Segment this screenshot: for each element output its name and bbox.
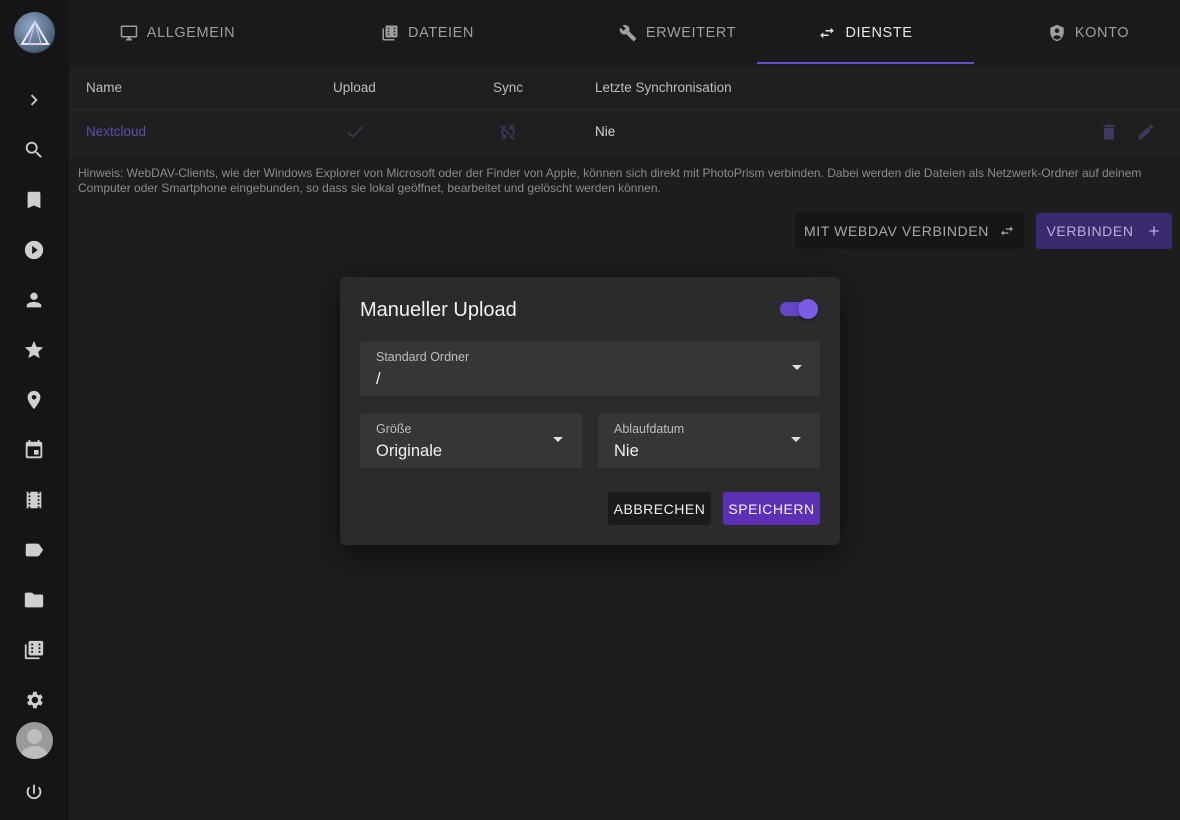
search-icon[interactable] [22, 138, 46, 162]
field-value: / [376, 370, 381, 388]
tab-label: KONTO [1074, 25, 1130, 41]
prism-icon [19, 19, 50, 45]
gear-icon[interactable] [22, 688, 46, 712]
folder-icon[interactable] [22, 588, 46, 612]
last-sync-value: Nie [595, 124, 616, 139]
power-icon[interactable] [22, 781, 46, 805]
button-label: MIT WEBDAV VERBINDEN [804, 223, 989, 239]
sync-off-icon[interactable] [497, 121, 519, 143]
toggle-thumb [798, 299, 818, 319]
photoprism-logo[interactable] [14, 12, 55, 53]
person-icon[interactable] [22, 288, 46, 312]
column-last-sync: Letzte Synchronisation [595, 80, 732, 95]
swap-icon [820, 27, 835, 39]
webdav-hint: Hinweis: WebDAV-Clients, wie der Windows… [78, 166, 1142, 195]
tab-label: DIENSTE [845, 25, 913, 41]
account-shield-icon [1050, 24, 1064, 42]
cancel-button[interactable]: ABBRECHEN [608, 492, 711, 525]
save-button[interactable]: SPEICHERN [723, 492, 820, 525]
field-label: Standard Ordner [376, 350, 470, 364]
label-icon[interactable] [22, 538, 46, 562]
service-name-link[interactable]: Nextcloud [86, 124, 146, 139]
tab-dienste[interactable]: DIENSTE [757, 0, 974, 66]
field-label: Größe [376, 422, 412, 436]
avatar-body [21, 746, 48, 759]
tab-label: DATEIEN [408, 25, 474, 41]
edit-icon[interactable] [1135, 121, 1157, 143]
connect-button[interactable]: VERBINDEN [1036, 213, 1172, 249]
column-name: Name [86, 80, 123, 95]
app-root: ALLGEMEIN DATEIEN ERWEITERT DIENSTE KONT… [0, 0, 1180, 820]
expiry-select[interactable]: Ablaufdatum Nie [598, 413, 820, 468]
size-select[interactable]: Größe Originale [360, 413, 582, 468]
field-value: Originale [376, 442, 443, 460]
button-label: VERBINDEN [1046, 223, 1134, 239]
bookmark-icon[interactable] [22, 188, 46, 212]
monitor-icon [120, 25, 138, 41]
wrench-icon [619, 24, 637, 42]
dropdown-arrow-icon [553, 437, 563, 442]
chevron-right-icon[interactable] [22, 88, 46, 112]
avatar[interactable] [16, 722, 53, 759]
avatar-head [27, 729, 42, 744]
swap-icon [1000, 226, 1013, 236]
tab-konto[interactable]: KONTO [980, 0, 1180, 66]
tab-label: ALLGEMEIN [146, 25, 236, 41]
plus-icon [1148, 226, 1159, 236]
manual-upload-dialog: Manueller Upload Standard Ordner / Größe… [340, 277, 840, 545]
column-sync: Sync [493, 80, 524, 95]
tab-allgemein[interactable]: ALLGEMEIN [69, 0, 286, 66]
active-tab-indicator [757, 62, 974, 64]
dialog-title: Manueller Upload [360, 299, 517, 321]
calendar-icon[interactable] [22, 438, 46, 462]
film-library-icon [382, 25, 398, 41]
sidebar [0, 0, 69, 820]
play-circle-icon[interactable] [22, 238, 46, 262]
connect-webdav-button[interactable]: MIT WEBDAV VERBINDEN [795, 213, 1024, 249]
enable-toggle[interactable] [780, 299, 820, 319]
check-icon[interactable] [344, 121, 366, 143]
default-folder-select[interactable]: Standard Ordner / [360, 341, 820, 396]
delete-icon[interactable] [1098, 121, 1120, 143]
field-label: Ablaufdatum [614, 422, 685, 436]
film-library-icon[interactable] [22, 638, 46, 662]
star-icon[interactable] [22, 338, 46, 362]
dropdown-arrow-icon [791, 437, 801, 442]
tab-dateien[interactable]: DATEIEN [319, 0, 536, 66]
field-value: Nie [614, 442, 639, 460]
location-pin-icon[interactable] [22, 388, 46, 412]
tab-erweitert[interactable]: ERWEITERT [569, 0, 786, 66]
table-row: Nextcloud Nie [69, 110, 1180, 154]
tab-label: ERWEITERT [645, 25, 737, 41]
services-table-header: Name Upload Sync Letzte Synchronisation [69, 66, 1180, 110]
film-icon[interactable] [22, 488, 46, 512]
dropdown-arrow-icon [792, 365, 802, 370]
column-upload: Upload [333, 80, 376, 95]
settings-tabs: ALLGEMEIN DATEIEN ERWEITERT DIENSTE KONT… [69, 0, 1180, 66]
